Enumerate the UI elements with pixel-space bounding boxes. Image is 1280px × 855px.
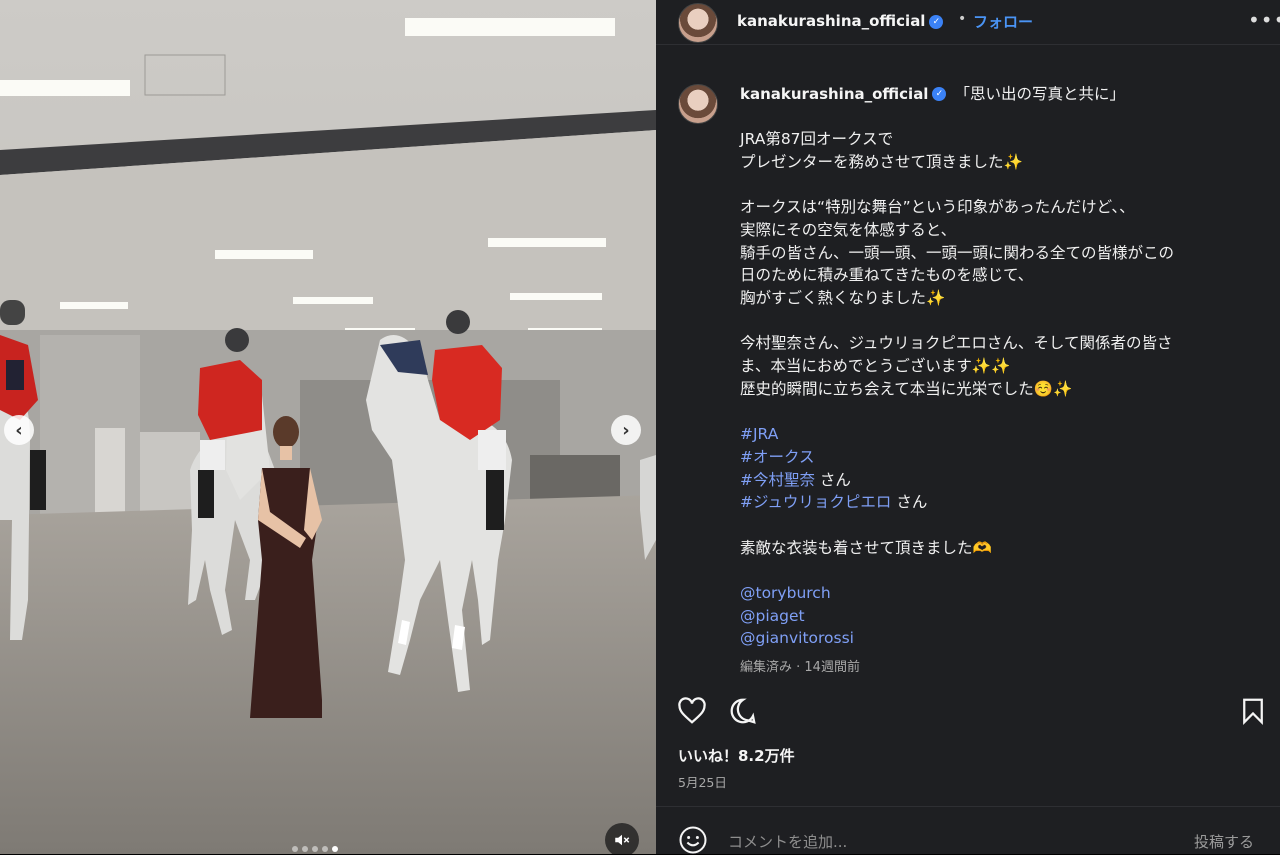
caption-title: 「思い出の写真と共に」 <box>954 84 1125 103</box>
chevron-right-icon: › <box>622 419 630 441</box>
mute-toggle-button[interactable] <box>605 823 639 854</box>
slide-dot <box>312 846 318 852</box>
caption-line: 歴史的瞬間に立ち会えて本当に光栄でした☺️✨ <box>740 379 1073 398</box>
caption-line: 日のために積み重ねてきたものを感じて、 <box>740 266 1034 285</box>
caption-header: kanakurashina_official ✓ 「思い出の写真と共に」 <box>740 84 1250 104</box>
hashtag-suffix: さん <box>891 493 928 512</box>
hashtag-line: #今村聖奈 さん <box>740 469 1250 492</box>
caption-line: JRA第87回オークスで <box>740 130 894 148</box>
bookmark-icon[interactable] <box>1238 696 1268 726</box>
caption-line: 実際にその空気を体感すると、 <box>740 220 957 239</box>
caption-line <box>740 514 1250 537</box>
post-detail-panel: kanakurashina_official✓ • フォロー ••• kanak… <box>656 0 1280 854</box>
edited-timestamp: 編集済み · 14週間前 <box>740 660 860 675</box>
previous-slide-button[interactable]: ‹ <box>4 415 34 445</box>
caption-line: 胸がすごく熱くなりました✨ <box>740 288 946 307</box>
caption-username[interactable]: kanakurashina_official ✓ <box>740 83 947 106</box>
hashtag-line: #ジュウリョクピエロ さん <box>740 491 1250 514</box>
hashtag-link[interactable]: #ジュウリョクピエロ <box>740 493 891 511</box>
caption-line: 今村聖奈さん、ジュウリョクピエロさん、そして関係者の皆さ <box>740 334 1173 353</box>
caption: kanakurashina_official ✓ 「思い出の写真と共に」 JRA第… <box>740 84 1250 650</box>
caption-line: ま、本当におめでとうございます✨✨ <box>740 357 1011 375</box>
mention-link[interactable]: @gianvitorossi <box>740 627 1250 650</box>
hashtag-list: #JRA #オークス #今村聖奈 さん #ジュウリョクピエロ さん <box>740 423 1250 514</box>
speaker-muted-icon <box>615 834 630 846</box>
caption-line: 素敵な衣装も着させて頂きました🫶 <box>740 538 992 557</box>
slide-dot <box>322 846 328 852</box>
verified-badge-icon: ✓ <box>929 14 944 29</box>
caption-line <box>740 559 1250 582</box>
caption-line: プレゼンターを務めさせて頂きました✨ <box>740 152 1023 171</box>
comment-composer: コメントを追加... 投稿する <box>656 806 1280 855</box>
emoji-icon[interactable] <box>678 825 708 855</box>
more-options-icon[interactable]: ••• <box>1248 8 1280 32</box>
avatar[interactable] <box>678 3 718 43</box>
hashtag-link[interactable]: #JRA <box>740 425 778 443</box>
caption-line <box>740 173 1250 196</box>
post-header: kanakurashina_official✓ • フォロー ••• <box>656 0 1280 45</box>
caption-line <box>740 310 1250 333</box>
slide-dot <box>302 846 308 852</box>
caption-line <box>740 400 1250 423</box>
comment-input[interactable]: コメントを追加... <box>728 831 847 852</box>
hashtag-link[interactable]: #今村聖奈 <box>740 471 815 489</box>
post-comment-button[interactable]: 投稿する <box>1194 831 1254 852</box>
caption-line: 騎手の皆さん、一頭一頭、一頭一頭に関わる全ての皆様がこの <box>740 243 1175 262</box>
follow-button[interactable]: フォロー <box>973 11 1033 32</box>
mention-list: @toryburch @piaget @gianvitorossi <box>740 582 1250 650</box>
caption-avatar[interactable] <box>678 84 718 124</box>
post-media[interactable]: ‹ › <box>0 0 656 854</box>
slide-dot <box>292 846 298 852</box>
next-slide-button[interactable]: › <box>611 415 641 445</box>
username-link[interactable]: kanakurashina_official ✓ <box>737 12 944 30</box>
slide-dot <box>332 846 338 852</box>
slide-indicator <box>292 846 338 852</box>
heart-icon[interactable] <box>677 696 707 726</box>
separator-dot: • <box>958 11 967 27</box>
hashtag-line: #オークス <box>740 446 1250 469</box>
action-bar <box>656 690 1280 734</box>
hashtag-line: #JRA <box>740 423 1250 446</box>
mention-link[interactable]: @piaget <box>740 605 1250 628</box>
hashtag-link[interactable]: #オークス <box>740 448 815 466</box>
likes-count[interactable]: いいね！8.2万件 <box>678 745 795 766</box>
verified-badge-icon: ✓ <box>932 87 947 102</box>
mention-link[interactable]: @toryburch <box>740 582 1250 605</box>
comment-icon[interactable] <box>728 696 758 726</box>
chevron-left-icon: ‹ <box>15 419 23 441</box>
post-date[interactable]: 5月25日 <box>678 772 727 791</box>
caption-body: JRA第87回オークスでプレゼンターを務めさせて頂きました✨ オークスは“特別な舞… <box>740 128 1250 423</box>
caption-line: オークスは“特別な舞台”という印象があったんだけど、、 <box>740 198 1135 217</box>
hashtag-suffix: さん <box>815 470 851 489</box>
media-photo <box>0 0 656 854</box>
